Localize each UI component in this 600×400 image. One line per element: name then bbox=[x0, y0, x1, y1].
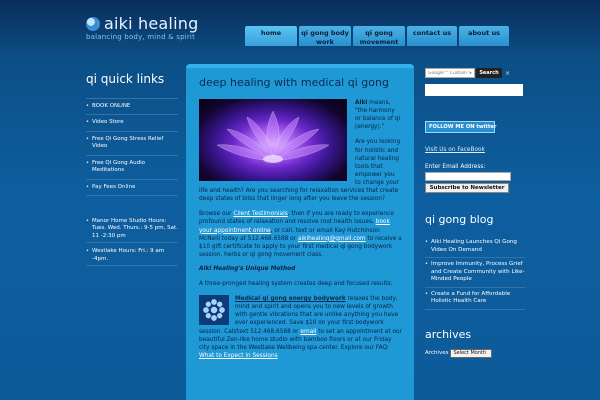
site-tagline: balancing body, mind & spirit bbox=[86, 33, 196, 41]
main-nav: home qi gong body work qi gong movement … bbox=[245, 26, 509, 46]
site-header: aiki healing balancing body, mind & spir… bbox=[0, 0, 600, 56]
mandala-image bbox=[199, 295, 229, 326]
browse-paragraph: Browse our Client Testimonials, then if … bbox=[199, 210, 402, 259]
archives-title: archives bbox=[425, 327, 472, 341]
subscribe-button[interactable]: Subscribe to Newsletter bbox=[425, 183, 509, 193]
archives-label: Archives bbox=[425, 350, 449, 357]
westlake-hours: Westlake Hours: Fri.: 9 am -4pm. bbox=[86, 246, 178, 267]
browse-text-1: Browse our bbox=[199, 211, 234, 218]
nav-contact-us[interactable]: contact us bbox=[407, 26, 457, 46]
energy-bodywork-link[interactable]: Medical qi gong energy bodywork bbox=[235, 296, 346, 302]
search-row: Search × bbox=[425, 68, 525, 78]
email-label: Enter Email Address: bbox=[425, 164, 486, 170]
quick-link-video-store[interactable]: Video Store bbox=[86, 115, 178, 132]
bodywork-paragraph: Medical qi gong energy bodywork relaxes … bbox=[199, 295, 402, 360]
client-testimonials-link[interactable]: Client Testimonials bbox=[233, 211, 287, 217]
blog-list: Aiki Healing Launches Qi Gong Video On D… bbox=[425, 236, 525, 310]
blog-post-link[interactable]: Aiki Healing Launches Qi Gong Video On D… bbox=[425, 236, 525, 259]
quick-link-audio-meditations[interactable]: Free Qi Gong Audio Meditations bbox=[86, 156, 178, 180]
intro-bold: Aiki bbox=[355, 100, 368, 106]
method-title: Aiki Healing's Unique Method bbox=[199, 265, 296, 272]
bodywork-email-link[interactable]: email bbox=[300, 329, 316, 335]
yin-yang-logo-icon bbox=[86, 16, 100, 31]
blog-post-link[interactable]: Improve Immunity, Process Grief and Crea… bbox=[425, 258, 525, 288]
quick-link-pay-fees[interactable]: Pay Fees Online bbox=[86, 180, 178, 196]
left-sidebar: qi quick links BOOK ONLINE Video Store F… bbox=[86, 72, 178, 269]
facebook-link[interactable]: Visit Us on FaceBook bbox=[425, 147, 525, 153]
email-link[interactable]: aikihealing@gmail.com bbox=[298, 236, 366, 242]
archives-select[interactable]: Select Month bbox=[450, 348, 493, 358]
twitter-follow-button[interactable]: FOLLOW ME ON twitter bbox=[425, 121, 496, 133]
main-content: deep healing with medical qi gong Aiki m… bbox=[186, 64, 414, 400]
nav-about-us[interactable]: about us bbox=[459, 26, 509, 46]
quick-links-list: BOOK ONLINE Video Store Free Qi Gong Str… bbox=[86, 98, 178, 196]
archives-selected: Select Month bbox=[453, 349, 487, 356]
search-button[interactable]: Search bbox=[476, 68, 502, 78]
blog-post-link[interactable]: Create a Fund for Affordable Holistic He… bbox=[425, 288, 525, 310]
method-intro: A three-pronged healing system creates d… bbox=[199, 280, 393, 287]
nav-qi-gong-movement[interactable]: qi gong movement bbox=[353, 26, 405, 46]
manor-hours: Manor Home Studio Hours: Tues. Wed. Thur… bbox=[86, 216, 178, 244]
search-results-bar bbox=[425, 84, 523, 96]
quick-link-book-online[interactable]: BOOK ONLINE bbox=[86, 98, 178, 116]
archives-row: Archives Select Month bbox=[425, 348, 525, 358]
email-field[interactable] bbox=[425, 172, 511, 181]
site-title: aiki healing bbox=[104, 14, 199, 33]
search-input[interactable] bbox=[425, 68, 475, 78]
lotus-image bbox=[199, 99, 347, 181]
quick-links-title: qi quick links bbox=[86, 72, 165, 86]
quick-link-stress-relief-video[interactable]: Free Qi Gong Stress Relief Video bbox=[86, 132, 178, 156]
page-title: deep healing with medical qi gong bbox=[199, 76, 389, 89]
blog-title: qi gong blog bbox=[425, 213, 494, 226]
right-sidebar: Search × FOLLOW ME ON twitter Visit Us o… bbox=[425, 68, 525, 358]
what-to-expect-link[interactable]: What to Expect in Sessions bbox=[199, 353, 278, 359]
close-icon[interactable]: × bbox=[505, 70, 510, 77]
site-logo[interactable]: aiki healing bbox=[86, 14, 198, 33]
nav-qi-gong-body-work[interactable]: qi gong body work bbox=[299, 26, 351, 46]
studio-hours: Manor Home Studio Hours: Tues. Wed. Thur… bbox=[86, 216, 178, 267]
nav-home[interactable]: home bbox=[245, 26, 297, 46]
